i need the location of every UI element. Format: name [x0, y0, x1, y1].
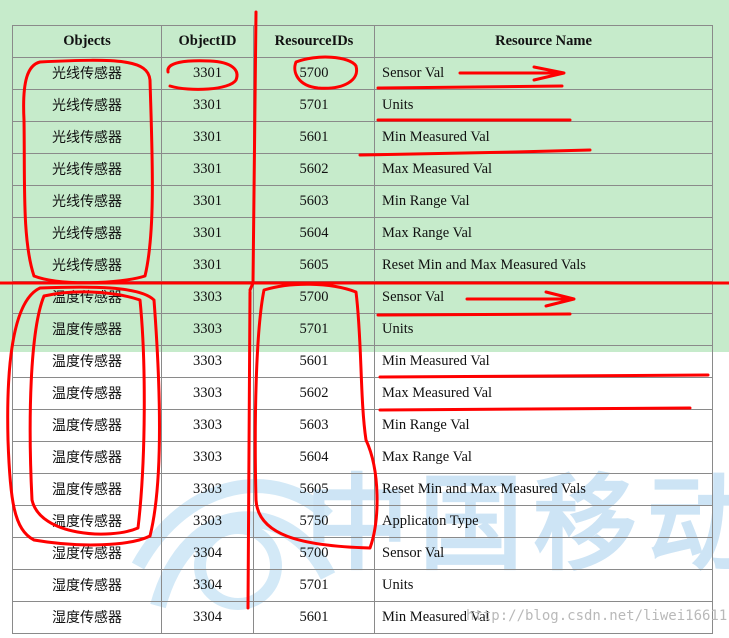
table-row: 光线传感器 3301 5603 Min Range Val [12, 185, 713, 218]
table-row: 湿度传感器 3304 5700 Sensor Val [12, 537, 713, 570]
cell-resource-name: Sensor Val [374, 281, 713, 314]
cell-object: 湿度传感器 [12, 537, 162, 570]
table-body: 光线传感器 3301 5700 Sensor Val 光线传感器 3301 5701 Unit… [12, 57, 713, 634]
cell-resource-name: Min Range Val [374, 185, 713, 218]
cell-resource-name: Max Measured Val [374, 377, 713, 410]
cell-resource-id: 5700 [253, 57, 375, 90]
cell-resource-id: 5701 [253, 89, 375, 122]
cell-resource-id: 5603 [253, 185, 375, 218]
cell-object-id: 3303 [161, 409, 254, 442]
cell-object: 温度传感器 [12, 345, 162, 378]
cell-object: 温度传感器 [12, 409, 162, 442]
cell-resource-name: Max Measured Val [374, 153, 713, 186]
table-row: 湿度传感器 3304 5701 Units [12, 569, 713, 602]
cell-resource-name: Max Range Val [374, 217, 713, 250]
cell-resource-id: 5700 [253, 537, 375, 570]
header-object-id: ObjectID [161, 25, 254, 58]
table-row: 温度传感器 3303 5604 Max Range Val [12, 441, 713, 474]
cell-object: 光线传感器 [12, 121, 162, 154]
cell-object: 温度传感器 [12, 441, 162, 474]
table-row: 温度传感器 3303 5605 Reset Min and Max Measured … [12, 473, 713, 506]
cell-object: 温度传感器 [12, 473, 162, 506]
cell-object-id: 3303 [161, 505, 254, 538]
cell-resource-id: 5750 [253, 505, 375, 538]
table-row: 光线传感器 3301 5605 Reset Min and Max Measured … [12, 249, 713, 282]
table-row: 光线传感器 3301 5604 Max Range Val [12, 217, 713, 250]
cell-object-id: 3303 [161, 313, 254, 346]
cell-object-id: 3303 [161, 345, 254, 378]
cell-object-id: 3301 [161, 57, 254, 90]
cell-resource-id: 5601 [253, 121, 375, 154]
header-resource-name: Resource Name [374, 25, 713, 58]
cell-resource-name: Reset Min and Max Measured Vals [374, 473, 713, 506]
cell-object: 湿度传感器 [12, 601, 162, 634]
cell-resource-name: Max Range Val [374, 441, 713, 474]
cell-resource-id: 5605 [253, 473, 375, 506]
cell-object-id: 3301 [161, 217, 254, 250]
table-row: 光线传感器 3301 5701 Units [12, 89, 713, 122]
cell-object: 光线传感器 [12, 89, 162, 122]
cell-resource-name: Min Range Val [374, 409, 713, 442]
cell-resource-id: 5602 [253, 377, 375, 410]
table-row: 温度传感器 3303 5601 Min Measured Val [12, 345, 713, 378]
table-row: 温度传感器 3303 5602 Max Measured Val [12, 377, 713, 410]
header-objects: Objects [12, 25, 162, 58]
table-row: 温度传感器 3303 5750 Applicaton Type [12, 505, 713, 538]
cell-object: 温度传感器 [12, 505, 162, 538]
cell-object-id: 3304 [161, 601, 254, 634]
cell-resource-id: 5604 [253, 441, 375, 474]
cell-resource-name: Min Measured Val [374, 121, 713, 154]
cell-object: 光线传感器 [12, 57, 162, 90]
cell-object-id: 3304 [161, 569, 254, 602]
footer-url-watermark: http://blog.csdn.net/liwei16611 [466, 608, 728, 624]
cell-object: 温度传感器 [12, 377, 162, 410]
table-row: 温度传感器 3303 5701 Units [12, 313, 713, 346]
cell-object: 光线传感器 [12, 153, 162, 186]
cell-object-id: 3303 [161, 441, 254, 474]
table-row: 光线传感器 3301 5602 Max Measured Val [12, 153, 713, 186]
cell-resource-id: 5701 [253, 569, 375, 602]
cell-object-id: 3301 [161, 249, 254, 282]
cell-resource-id: 5605 [253, 249, 375, 282]
table-row: 温度传感器 3303 5700 Sensor Val [12, 281, 713, 314]
header-row: Objects ObjectID ResourceIDs Resource Na… [12, 25, 713, 58]
cell-resource-name: Reset Min and Max Measured Vals [374, 249, 713, 282]
cell-object: 温度传感器 [12, 313, 162, 346]
cell-object-id: 3301 [161, 121, 254, 154]
cell-resource-name: Units [374, 313, 713, 346]
cell-object-id: 3303 [161, 377, 254, 410]
header-resource-ids: ResourceIDs [253, 25, 375, 58]
cell-resource-name: Units [374, 89, 713, 122]
cell-resource-id: 5700 [253, 281, 375, 314]
cell-resource-id: 5603 [253, 409, 375, 442]
cell-object: 光线传感器 [12, 249, 162, 282]
cell-resource-name: Sensor Val [374, 57, 713, 90]
cell-object-id: 3301 [161, 185, 254, 218]
cell-resource-id: 5601 [253, 601, 375, 634]
cell-object: 温度传感器 [12, 281, 162, 314]
cell-object-id: 3303 [161, 281, 254, 314]
table-row: 光线传感器 3301 5700 Sensor Val [12, 57, 713, 90]
cell-resource-id: 5602 [253, 153, 375, 186]
cell-object: 光线传感器 [12, 185, 162, 218]
table-row: 光线传感器 3301 5601 Min Measured Val [12, 121, 713, 154]
cell-resource-id: 5701 [253, 313, 375, 346]
cell-object-id: 3304 [161, 537, 254, 570]
cell-resource-name: Min Measured Val [374, 345, 713, 378]
cell-resource-id: 5604 [253, 217, 375, 250]
cell-resource-name: Units [374, 569, 713, 602]
cell-resource-id: 5601 [253, 345, 375, 378]
resource-table: Objects ObjectID ResourceIDs Resource Na… [12, 25, 713, 634]
cell-resource-name: Applicaton Type [374, 505, 713, 538]
cell-object-id: 3301 [161, 89, 254, 122]
cell-object-id: 3303 [161, 473, 254, 506]
table-row: 温度传感器 3303 5603 Min Range Val [12, 409, 713, 442]
cell-resource-name: Sensor Val [374, 537, 713, 570]
cell-object: 湿度传感器 [12, 569, 162, 602]
cell-object-id: 3301 [161, 153, 254, 186]
cell-object: 光线传感器 [12, 217, 162, 250]
